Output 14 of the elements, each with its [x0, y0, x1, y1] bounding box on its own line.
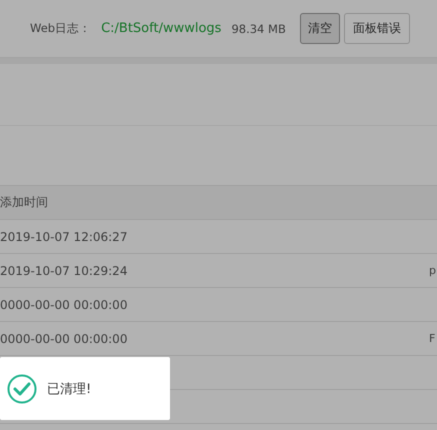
table-cell: 0000-00-00 00:00:00	[0, 332, 128, 346]
table-cell: 2019-10-07 12:06:27	[0, 230, 128, 244]
table-cell: p	[429, 264, 436, 277]
log-path: C:/BtSoft/wwwlogs	[101, 21, 222, 36]
toolbar-button[interactable]: 面板错误	[344, 13, 410, 44]
log-label: Web日志：	[30, 21, 92, 36]
check-icon	[7, 374, 37, 404]
toast-text: 已清理!	[47, 380, 92, 398]
toolbar-button[interactable]: 清空	[300, 13, 340, 44]
log-size: 98.34 MB	[231, 22, 286, 36]
column-header: 添加时间	[0, 194, 49, 211]
table-cell: F	[429, 332, 436, 345]
table-cell: 2019-10-07 10:29:24	[0, 264, 128, 278]
table-cell: 0000-00-00 00:00:00	[0, 298, 128, 312]
